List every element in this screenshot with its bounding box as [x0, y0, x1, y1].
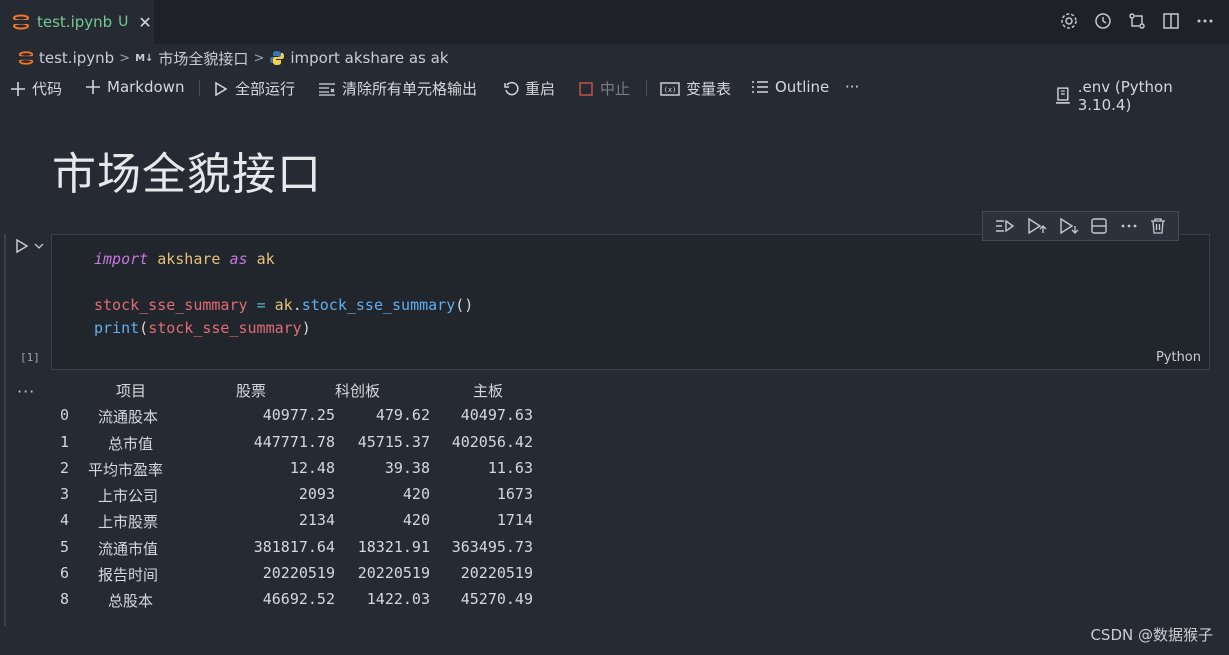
more-toolbar-button[interactable]: ··· [845, 78, 859, 96]
variables-icon: (x) [660, 81, 680, 96]
plus-icon [11, 81, 25, 96]
tab-bar: test.ipynb U ✕ [0, 0, 1229, 44]
row-value: 1673 [496, 485, 533, 504]
execution-count: [1] [20, 351, 40, 364]
breadcrumb-cell[interactable]: import akshare as ak [290, 49, 448, 67]
history-icon[interactable] [1093, 11, 1113, 31]
breadcrumb-file[interactable]: test.ipynb [39, 49, 114, 67]
cell-language-label[interactable]: Python [1156, 350, 1201, 365]
run-all-button[interactable]: 全部运行 [213, 78, 295, 99]
add-markdown-cell-button[interactable]: Markdown [85, 78, 184, 96]
list-icon [752, 81, 768, 93]
code-cell[interactable]: import akshare as ak stock_sse_summary =… [51, 234, 1210, 370]
code-token: ak [256, 250, 275, 268]
cell-toolbar [982, 211, 1179, 241]
kernel-icon [1055, 87, 1070, 104]
code-token: print [94, 319, 140, 337]
variables-label: 变量表 [686, 80, 732, 98]
run-below-icon[interactable] [1059, 217, 1079, 235]
notebook-toolbar: 代码 Markdown 全部运行 清除所有单元格输出 重启 中止 (x) 变量表… [0, 72, 1229, 114]
row-value: 20220519 [460, 564, 533, 583]
more-actions-icon[interactable] [1195, 11, 1215, 31]
cell-focus-bar [4, 234, 6, 626]
restart-button[interactable]: 重启 [503, 78, 555, 99]
output-header: 科创板 [335, 382, 381, 400]
python-icon [270, 51, 285, 65]
code-token: ) [301, 319, 311, 337]
toolbar-divider [646, 80, 647, 96]
kernel-label: .env (Python 3.10.4) [1077, 78, 1173, 114]
split-editor-icon[interactable] [1161, 11, 1181, 31]
breadcrumb-section[interactable]: 市场全貌接口 [158, 48, 248, 69]
more-cell-actions-icon[interactable] [1120, 217, 1138, 235]
row-value: 402056.42 [451, 432, 533, 451]
clear-outputs-button[interactable]: 清除所有单元格输出 [318, 78, 477, 99]
run-all-icon [215, 81, 228, 96]
code-token: stock_sse_summary [148, 319, 302, 337]
plus-icon [86, 80, 100, 94]
stop-icon [579, 81, 593, 96]
output-header: 股票 [236, 382, 267, 400]
editor-tab[interactable]: test.ipynb U ✕ [0, 0, 154, 44]
untracked-badge: U [118, 14, 129, 30]
restart-icon [504, 81, 519, 95]
delete-cell-icon[interactable] [1150, 217, 1166, 235]
outline-label: Outline [775, 78, 830, 96]
code-token: ak [274, 296, 293, 314]
play-icon [16, 238, 29, 254]
output-header: 项目 [116, 382, 147, 400]
markdown-heading: 市场全貌接口 [52, 149, 322, 200]
clear-outputs-label: 清除所有单元格输出 [342, 80, 478, 98]
markdown-icon: M↓ [135, 52, 154, 64]
run-above-icon[interactable] [1027, 217, 1047, 235]
restart-label: 重启 [525, 80, 556, 98]
code-editor[interactable]: import akshare as ak stock_sse_summary =… [94, 248, 473, 340]
toolbar-divider [199, 80, 200, 96]
row-value: 1714 [496, 511, 533, 530]
chevron-down-icon[interactable] [34, 241, 44, 251]
split-cell-icon[interactable] [1090, 217, 1108, 235]
run-by-line-icon[interactable] [995, 218, 1015, 234]
close-tab-icon[interactable]: ✕ [138, 13, 151, 32]
code-token: = [256, 296, 266, 314]
kernel-picker[interactable]: .env (Python 3.10.4) [1054, 78, 1229, 114]
code-token: as [229, 250, 248, 268]
row-value: 363495.73 [451, 537, 533, 556]
interrupt-button[interactable]: 中止 [578, 78, 630, 99]
outline-button[interactable]: Outline [751, 78, 829, 96]
output-header: 主板 [473, 382, 504, 400]
jupyter-icon [18, 51, 34, 65]
chevron-right-icon: > [253, 50, 265, 66]
clear-all-icon [319, 82, 335, 96]
jupyter-icon [12, 14, 30, 30]
row-value: 45270.49 [460, 590, 533, 609]
editor-actions [1059, 11, 1215, 31]
compare-changes-icon[interactable] [1127, 11, 1147, 31]
code-token: stock_sse_summary [301, 296, 456, 314]
row-value: 40497.63 [460, 406, 533, 425]
gear-icon[interactable] [1059, 11, 1079, 31]
add-markdown-label: Markdown [107, 78, 185, 96]
run-all-label: 全部运行 [235, 80, 296, 98]
watermark: CSDN @数据猴子 [1090, 626, 1213, 644]
code-token: ( [139, 319, 149, 337]
interrupt-label: 中止 [600, 80, 631, 98]
add-code-label: 代码 [32, 80, 63, 98]
chevron-right-icon: > [119, 50, 131, 66]
code-token: import [94, 250, 149, 268]
code-token: akshare [157, 250, 221, 268]
code-token: . [292, 296, 302, 314]
breadcrumb: test.ipynb > M↓ 市场全貌接口 > import akshare … [18, 46, 449, 70]
code-token: stock_sse_summary [94, 296, 248, 314]
row-value: 11.63 [487, 458, 533, 477]
code-token: () [455, 296, 474, 314]
svg-text:(x): (x) [664, 86, 677, 94]
tab-title: test.ipynb [37, 13, 113, 31]
output-actions-icon[interactable]: ··· [17, 382, 35, 401]
add-code-cell-button[interactable]: 代码 [10, 78, 62, 99]
run-cell-button[interactable] [14, 238, 44, 254]
more-icon: ··· [845, 78, 860, 96]
variables-button[interactable]: (x) 变量表 [660, 78, 731, 99]
